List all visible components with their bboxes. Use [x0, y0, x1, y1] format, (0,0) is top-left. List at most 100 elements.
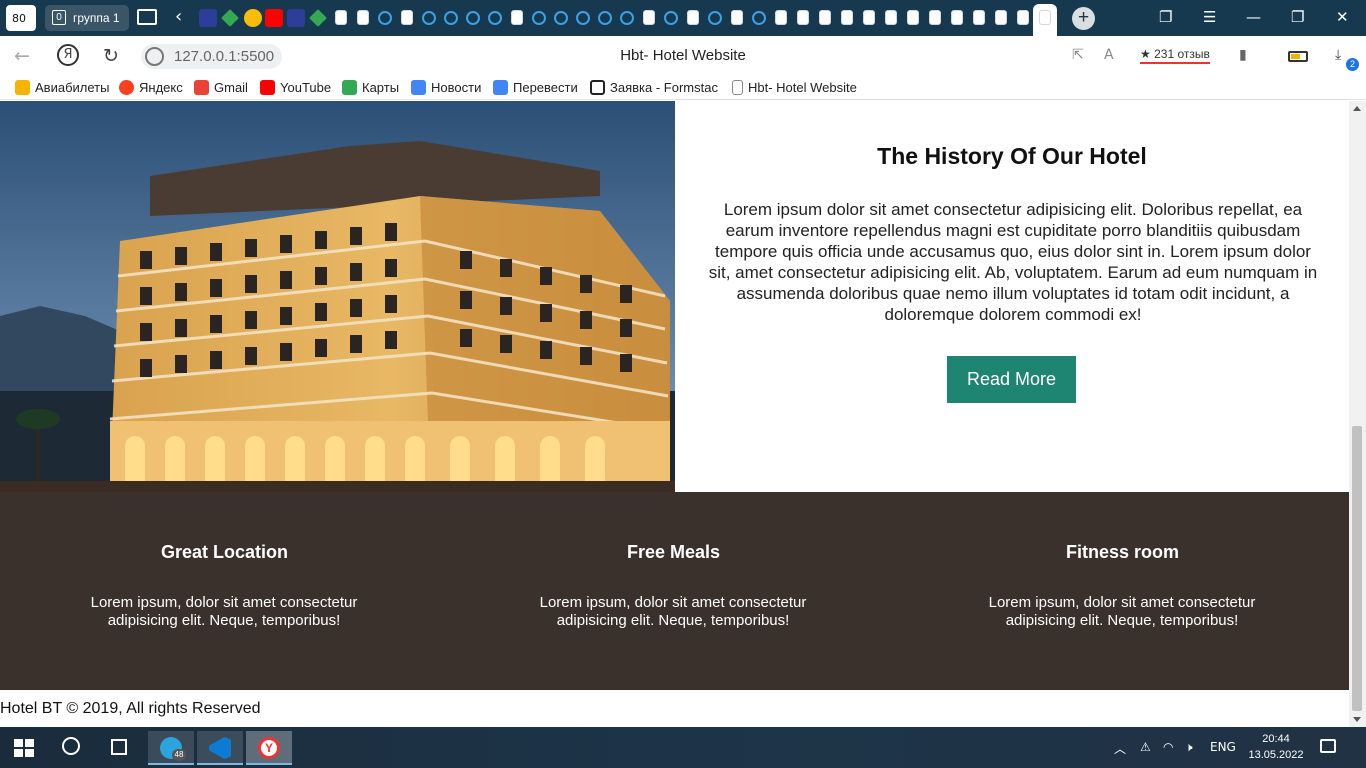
tab-favicon-wave-icon[interactable] [488, 11, 502, 25]
windows-logo-icon [14, 739, 34, 757]
tab-favicon-wave-icon[interactable] [378, 11, 392, 25]
tab-favicon-page-icon[interactable] [951, 10, 963, 25]
wifi-icon[interactable]: ◠ [1163, 740, 1173, 754]
tab-favicon-wave-icon[interactable] [532, 11, 546, 25]
close-icon[interactable]: ✕ [1336, 8, 1349, 26]
start-windows-icon[interactable] [14, 739, 34, 757]
taskbar-yandex-browser[interactable]: Y [246, 731, 292, 765]
tab-favicon-youtube-icon[interactable] [265, 9, 283, 27]
tab-favicon-wave-icon[interactable] [444, 11, 458, 25]
tab-favicon-page-icon[interactable] [1017, 10, 1029, 25]
youtube-icon [260, 80, 275, 95]
tab-favicon-drive-icon[interactable] [309, 9, 327, 27]
new-group-icon[interactable] [137, 9, 157, 25]
browser-tab-strip: 80 0 группа 1 ‹ + ❐ ☰ — ❐ ✕ [0, 0, 1366, 36]
new-tab-button[interactable]: + [1072, 7, 1095, 30]
minimize-icon[interactable]: — [1246, 8, 1261, 26]
tab-favicon-page-icon[interactable] [643, 10, 655, 25]
notifications-icon[interactable] [1320, 739, 1336, 753]
scroll-thumb[interactable] [1352, 426, 1362, 711]
clock-time: 20:44 [1262, 733, 1290, 745]
tab-counter-button[interactable]: 80 [6, 5, 36, 31]
tab-favicon-wave-icon[interactable] [554, 11, 568, 25]
tab-favicon-aviasales-icon[interactable] [199, 9, 217, 27]
bookmark-item[interactable]: Карты [342, 80, 399, 95]
task-view-icon[interactable] [111, 739, 127, 755]
footer: Hotel BT © 2019, All rights Reserved [0, 690, 1349, 727]
tab-favicon-drive-icon[interactable] [221, 9, 239, 27]
menu-icon[interactable]: ☰ [1203, 8, 1216, 26]
tab-favicon-page-icon[interactable] [841, 10, 853, 25]
bookmark-item[interactable]: Hbt- Hotel Website [732, 80, 858, 95]
tab-favicon-aviasales-icon[interactable] [287, 9, 305, 27]
tab-favicon-chrome-icon[interactable] [244, 9, 262, 27]
tab-group-chip[interactable]: 0 группа 1 [45, 5, 129, 31]
battery-icon[interactable] [1288, 51, 1308, 62]
tab-active[interactable] [1033, 4, 1057, 36]
telegram-badge: 48 [172, 749, 186, 761]
feature-title: Fitness room [1065, 542, 1180, 562]
tab-favicon-wave-icon[interactable] [752, 11, 766, 25]
tab-favicon-wave-icon[interactable] [620, 11, 634, 25]
feature-title: Free Meals [626, 542, 721, 562]
news-icon [411, 80, 426, 95]
tray-chevron-icon[interactable]: ︿ [1114, 740, 1126, 757]
restore-icon[interactable]: ❐ [1291, 8, 1304, 26]
tab-favicon-page-icon[interactable] [907, 10, 919, 25]
feature-title: Great Location [160, 542, 289, 562]
network-warning-icon[interactable]: ⚠ [1140, 740, 1151, 754]
bookmark-icon[interactable]: ▮ [1239, 47, 1247, 63]
translate-icon[interactable]: A [1104, 47, 1114, 63]
tab-favicon-page-icon[interactable] [973, 10, 985, 25]
bookmark-item[interactable]: Заявка - Formstac [590, 80, 718, 95]
tab-favicon-page-icon[interactable] [731, 10, 743, 25]
tab-favicon-page-icon[interactable] [511, 10, 523, 25]
page-viewport: The History Of Our Hotel Lorem ipsum dol… [0, 101, 1349, 727]
tab-favicon-page-icon[interactable] [885, 10, 897, 25]
feature-great-location: Great Location Lorem ipsum, dolor sit am… [0, 492, 449, 690]
tab-favicon-page-icon[interactable] [775, 10, 787, 25]
vscode-icon [209, 737, 231, 759]
tab-favicon-wave-icon[interactable] [664, 11, 678, 25]
tab-favicon-page-icon[interactable] [401, 10, 413, 25]
reviews-badge[interactable]: ★ 231 отзыв [1140, 47, 1210, 64]
tab-favicon-page-icon[interactable] [863, 10, 875, 25]
tab-favicon-page-icon[interactable] [357, 10, 369, 25]
taskbar-telegram[interactable]: 48 [148, 731, 194, 765]
tab-manager-icon[interactable]: ❐ [1159, 8, 1172, 26]
scroll-down-icon[interactable] [1353, 717, 1361, 722]
read-more-button[interactable]: Read More [947, 356, 1076, 403]
history-text: Lorem ipsum dolor sit amet consectetur a… [708, 200, 1318, 324]
tab-favicon-page-icon[interactable] [687, 10, 699, 25]
bookmark-label: Заявка - Formstac [610, 80, 718, 95]
bookmark-item[interactable]: Авиабилеты [15, 80, 109, 95]
tab-favicon-wave-icon[interactable] [576, 11, 590, 25]
bookmark-label: Карты [362, 80, 400, 95]
search-icon[interactable] [62, 737, 80, 755]
scroll-up-icon[interactable] [1353, 106, 1361, 111]
scroll-tabs-left-icon[interactable]: ‹ [175, 6, 182, 27]
tab-favicon-wave-icon[interactable] [422, 11, 436, 25]
bookmark-item[interactable]: Перевести [493, 80, 578, 95]
bookmark-item[interactable]: Gmail [194, 80, 248, 95]
share-icon[interactable]: ⇱ [1072, 47, 1084, 63]
tab-favicon-page-icon[interactable] [335, 10, 347, 25]
footer-copyright: Hotel BT © 2019, All rights Reserved [0, 700, 261, 717]
downloads-icon[interactable]: ⤓ [1335, 47, 1341, 63]
tab-favicon-page-icon[interactable] [797, 10, 809, 25]
taskbar-vscode[interactable] [197, 731, 243, 765]
tab-favicon-wave-icon[interactable] [598, 11, 612, 25]
page-icon [732, 80, 743, 95]
tab-favicon-wave-icon[interactable] [466, 11, 480, 25]
tab-favicon-page-icon[interactable] [995, 10, 1007, 25]
tab-favicon-page-icon[interactable] [929, 10, 941, 25]
bookmark-item[interactable]: Новости [411, 80, 481, 95]
volume-muted-icon[interactable]: 🕨 [1185, 740, 1193, 755]
bookmark-item[interactable]: YouTube [260, 80, 331, 95]
page-scrollbar[interactable] [1349, 101, 1366, 727]
language-indicator[interactable]: ENG [1210, 740, 1236, 754]
clock[interactable]: 20:44 13.05.2022 [1245, 731, 1307, 763]
tab-favicon-wave-icon[interactable] [708, 11, 722, 25]
tab-favicon-page-icon[interactable] [819, 10, 831, 25]
bookmark-item[interactable]: Яндекс [119, 80, 183, 95]
